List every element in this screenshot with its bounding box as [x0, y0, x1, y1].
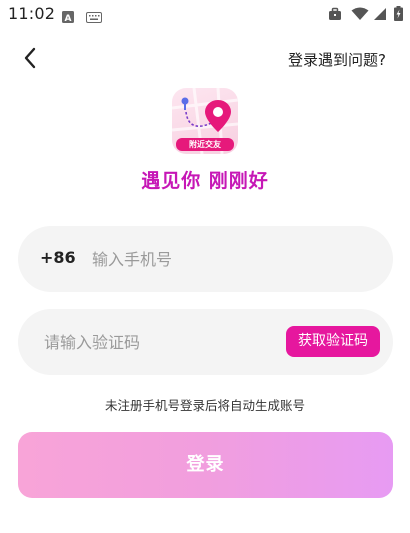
phone-field: +86: [18, 226, 393, 292]
country-code-selector[interactable]: +86: [40, 248, 76, 267]
keyboard-icon: [86, 8, 102, 27]
auto-register-note: 未注册手机号登录后将自动生成账号: [104, 398, 305, 413]
chevron-left-icon: [23, 47, 37, 73]
svg-text:A: A: [65, 14, 72, 23]
logo-badge: 附近交友: [176, 138, 234, 151]
status-bar: 11:02 A: [0, 0, 410, 28]
login-button[interactable]: 登录: [18, 432, 393, 498]
get-code-button[interactable]: 获取验证码: [286, 326, 380, 357]
wifi-icon: [351, 6, 369, 25]
cell-signal-icon: [373, 6, 387, 25]
verification-code-input[interactable]: [44, 330, 274, 354]
status-time: 11:02: [8, 4, 56, 23]
tagline: 遇见你 刚刚好: [141, 170, 269, 192]
verification-code-field: 获取验证码: [18, 309, 393, 375]
app-logo: 附近交友: [172, 88, 238, 154]
login-help-link[interactable]: 登录遇到问题?: [288, 49, 386, 70]
briefcase-icon: [328, 6, 342, 25]
back-button[interactable]: [16, 46, 44, 74]
a-notification-icon: A: [62, 8, 74, 27]
phone-input[interactable]: [92, 247, 372, 271]
battery-charging-icon: [394, 6, 403, 25]
